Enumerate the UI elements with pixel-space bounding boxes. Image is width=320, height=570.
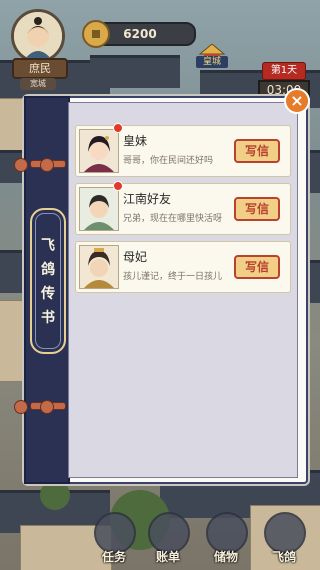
nav-storage-button[interactable]: 储物 (204, 512, 248, 564)
list-item[interactable]: 母妃 孩儿谨记，终于一日孩儿 写信 (75, 241, 291, 293)
letter-preview: 孩儿谨记，终于一日孩儿 (123, 272, 223, 282)
nav-storage-label: 储物 (213, 550, 238, 564)
friend-portrait-icon (79, 187, 119, 231)
player-rank: 庶民 (12, 58, 68, 79)
imperial-city-label: 皇城 (196, 56, 228, 68)
letter-preview: 兄弟，现在在哪里快活呀 (123, 214, 223, 224)
list-item[interactable]: 江南好友 兄弟，现在在哪里快活呀 写信 (75, 181, 291, 235)
unread-badge (113, 181, 123, 191)
dialog-title: 飞鸽传书 (41, 238, 55, 326)
letter-preview: 哥哥，你在民间还好吗 (123, 156, 214, 166)
nav-ledger-label: 账单 (155, 550, 180, 564)
letter-sender-name: 母妃 (123, 250, 148, 264)
write-letter-button[interactable]: 写信 (234, 139, 280, 163)
coin-icon (82, 20, 110, 48)
scroll-knob-top-left (14, 158, 28, 172)
list-item[interactable]: 皇妹 哥哥，你在民间还好吗 写信 (75, 123, 291, 177)
scroll-knob-top-right (40, 158, 54, 172)
dialog-title-banner: 飞鸽传书 (30, 208, 66, 354)
day-counter: 第1天 (262, 62, 306, 80)
nav-tasks-label: 任务 (101, 550, 126, 564)
mother-portrait-icon (79, 245, 119, 289)
letter-sender-name: 江南好友 (123, 192, 172, 206)
unread-badge (113, 123, 123, 133)
write-letter-button[interactable]: 写信 (234, 197, 280, 221)
coin-amount: 6200 (123, 27, 157, 41)
nav-tasks-button[interactable]: 任务 (92, 512, 136, 564)
player-title: 宽城 (20, 78, 56, 90)
write-letter-button[interactable]: 写信 (234, 255, 280, 279)
coin-counter: 6200 (82, 20, 196, 48)
princess-portrait-icon (79, 129, 119, 173)
nav-ledger-button[interactable]: 账单 (146, 512, 190, 564)
nav-pigeon-label: 飞鸽 (271, 550, 296, 564)
player-avatar[interactable] (11, 9, 65, 63)
scroll-knob-bottom-left (14, 400, 28, 414)
player-portrait-icon (14, 12, 62, 60)
letter-list: 皇妹 哥哥，你在民间还好吗 写信 江南好友 兄弟，现在在哪里快活呀 写信 母妃 … (68, 102, 298, 478)
close-icon[interactable]: × (284, 88, 310, 114)
nav-pigeon-button[interactable]: 飞鸽 (262, 512, 306, 564)
letter-sender-name: 皇妹 (123, 134, 148, 148)
scroll-knob-bottom-right (40, 400, 54, 414)
